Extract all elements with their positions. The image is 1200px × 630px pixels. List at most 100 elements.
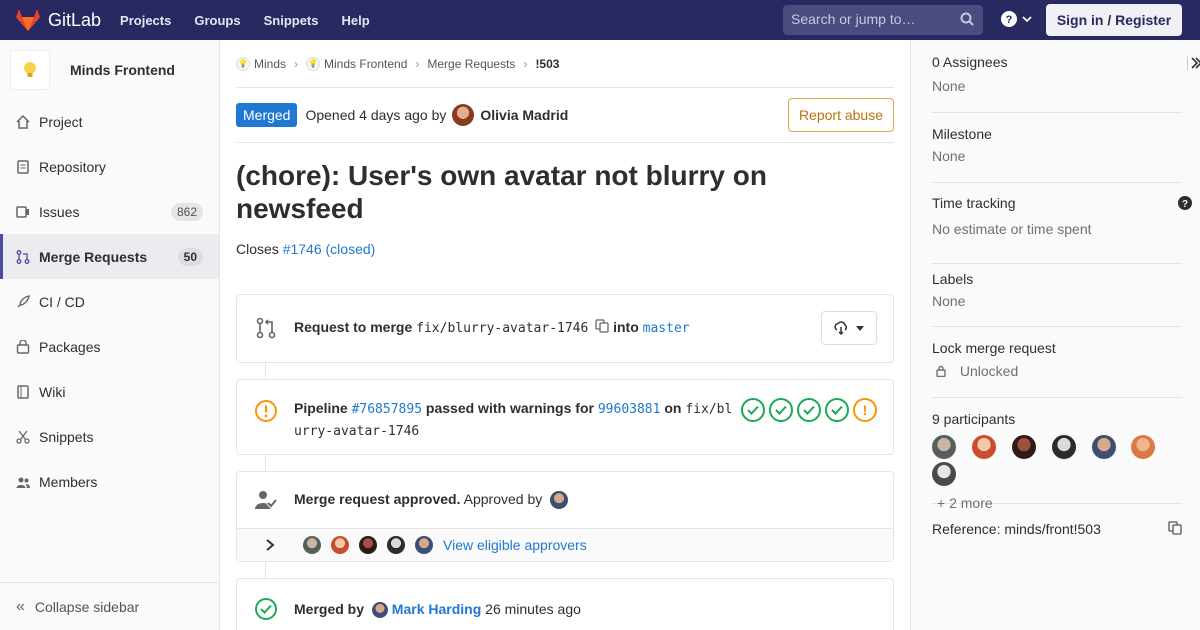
commit-link[interactable]: 99603881 [598, 402, 661, 417]
breadcrumb-minds[interactable]: Minds [254, 57, 286, 71]
question-circle-icon[interactable]: ? [1178, 196, 1192, 210]
search-icon [960, 12, 974, 26]
milestone-label: Milestone [932, 126, 992, 142]
search-input[interactable]: Search or jump to… [783, 5, 983, 35]
time-tracking-value: No estimate or time spent [932, 221, 1092, 237]
author-avatar[interactable] [452, 104, 475, 126]
svg-text:?: ? [1006, 14, 1013, 26]
nav-projects[interactable]: Projects [120, 13, 171, 28]
participant-avatar[interactable] [1011, 435, 1036, 459]
sidebar-item-label: Snippets [39, 428, 94, 445]
project-header[interactable]: Minds Frontend [0, 40, 219, 100]
approver-avatar[interactable] [387, 536, 405, 554]
breadcrumb-separator: › [294, 56, 299, 71]
stage-passed-icon[interactable] [741, 398, 765, 422]
nav-snippets[interactable]: Snippets [264, 13, 319, 28]
rocket-icon [16, 294, 30, 309]
sidebar-item-ci-cd[interactable]: CI / CD [0, 279, 219, 324]
reference-block: Reference: minds/front!503 [932, 521, 1182, 537]
milestone-value: None [932, 148, 966, 164]
breadcrumb-minds-frontend[interactable]: Minds Frontend [324, 57, 407, 71]
download-dropdown-button[interactable] [821, 311, 877, 345]
sidebar-item-label: Packages [39, 338, 101, 355]
report-abuse-button[interactable]: Report abuse [787, 98, 894, 132]
approver-avatar[interactable] [331, 536, 349, 554]
approver-avatar[interactable] [415, 536, 433, 554]
merge-request-text: Request to merge fix/blurry-avatar-1746 … [294, 319, 690, 336]
merger-name-link[interactable]: Mark Harding [392, 601, 481, 617]
participant-avatar[interactable] [932, 435, 956, 459]
sidebar-item-issues[interactable]: Issues 862 [0, 189, 219, 234]
top-nav-links: Projects Groups Snippets Help [120, 13, 393, 28]
merged-widget: Merged by Mark Harding 26 minutes ago [236, 578, 894, 630]
breadcrumb-separator: › [523, 56, 528, 71]
users-icon [16, 475, 30, 489]
package-icon [16, 339, 30, 354]
collapse-sidebar-button[interactable]: « Collapse sidebar [0, 582, 219, 630]
success-status-icon [255, 598, 277, 620]
copy-icon[interactable] [595, 319, 609, 333]
lock-block[interactable]: Lock merge request Unlocked [932, 340, 1182, 398]
pipeline-id-link[interactable]: #76857895 [352, 402, 422, 417]
eligible-approvers-row: View eligible approvers [237, 528, 893, 561]
double-chevron-left-icon: « [16, 597, 25, 615]
lock-value: Unlocked [959, 363, 1019, 379]
participant-avatar[interactable] [971, 435, 996, 459]
brand-name: GitLab [48, 9, 102, 30]
nav-groups[interactable]: Groups [194, 13, 240, 28]
participants-block: 9 participants + 2 more [932, 411, 1182, 511]
gitlab-logo[interactable]: GitLab [16, 9, 101, 31]
approver-avatar[interactable] [359, 536, 377, 554]
sidebar-item-repository[interactable]: Repository [0, 144, 219, 189]
pipeline-stages: ! [737, 398, 877, 422]
stage-passed-icon[interactable] [825, 398, 849, 422]
breadcrumb-current[interactable]: !503 [535, 57, 559, 71]
copy-reference-icon[interactable] [1168, 521, 1182, 535]
into-label: into [613, 319, 639, 335]
question-icon: ? [1001, 11, 1017, 27]
participant-avatar[interactable] [1051, 435, 1076, 459]
book-icon [16, 384, 30, 399]
participants-label: 9 participants [932, 411, 1016, 427]
approver-avatar[interactable] [550, 491, 569, 510]
more-participants-link[interactable]: + 2 more [937, 495, 1182, 511]
sidebar-item-merge-requests[interactable]: Merge Requests 50 [0, 234, 219, 279]
approver-avatar[interactable] [303, 536, 321, 554]
merged-time: 26 minutes ago [485, 601, 581, 617]
labels-block[interactable]: Labels None [932, 271, 1182, 327]
stage-warning-icon[interactable]: ! [853, 398, 877, 422]
pipeline-branch-part2: urry-avatar-1746 [294, 424, 420, 439]
view-eligible-approvers-link[interactable]: View eligible approvers [443, 537, 587, 553]
participant-avatar[interactable] [932, 462, 956, 486]
sidebar-item-members[interactable]: Members [0, 459, 219, 504]
milestone-block[interactable]: Milestone None [932, 126, 1182, 183]
sign-in-button[interactable]: Sign in / Register [1046, 4, 1182, 36]
merged-by-label: Merged by [294, 601, 365, 617]
left-sidebar: Minds Frontend Project Repository Issues… [0, 40, 220, 630]
author-name[interactable]: Olivia Madrid [480, 107, 568, 123]
on-label: on [664, 400, 682, 416]
sidebar-item-snippets[interactable]: Snippets [0, 414, 219, 459]
sidebar-item-packages[interactable]: Packages [0, 324, 219, 369]
source-branch: fix/blurry-avatar-1746 [416, 321, 589, 336]
participant-avatar[interactable] [1091, 435, 1116, 459]
help-dropdown[interactable]: ? [1001, 11, 1033, 27]
nav-help[interactable]: Help [342, 13, 370, 28]
scissors-icon [16, 430, 30, 444]
closed-issue-link[interactable]: #1746 (closed) [283, 241, 376, 257]
sidebar-item-wiki[interactable]: Wiki [0, 369, 219, 414]
breadcrumb-merge-requests[interactable]: Merge Requests [427, 57, 515, 71]
stage-passed-icon[interactable] [797, 398, 821, 422]
closes-prefix: Closes [236, 241, 279, 257]
chevron-right-icon[interactable] [265, 539, 275, 551]
stage-passed-icon[interactable] [769, 398, 793, 422]
merger-avatar[interactable] [371, 602, 388, 619]
collapse-right-sidebar-icon[interactable] [1190, 57, 1200, 69]
target-branch[interactable]: master [643, 321, 690, 336]
page-title: (chore): User's own avatar not blurry on… [236, 160, 767, 224]
sidebar-item-project[interactable]: Project [0, 99, 219, 144]
project-name: Minds Frontend [70, 62, 175, 78]
approved-by-label: Approved by [463, 491, 543, 507]
group-avatar-icon: 💡 [236, 56, 250, 71]
participant-avatar[interactable] [1131, 435, 1156, 459]
